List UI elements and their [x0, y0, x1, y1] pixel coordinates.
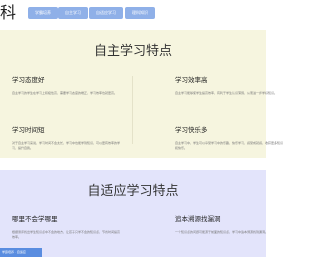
main-nav: 学霸培养 自主学习 自适应学习 理科知识: [0, 7, 266, 19]
feature-desc: 自主学习能够使学生提高效率，有利于学生认识薄弱，从而进一步学好知识。: [175, 91, 278, 95]
feature-desc: 自主学习的学生在学习上积极性高，需要学习态度的端正，学习效率也就更高。: [12, 91, 118, 95]
feature-desc: 根据测评找出学生知识点中不会的地方，让孩子只学不会的知识点，节省时间提高效率。: [12, 230, 121, 239]
section-title: 自适应学习特点: [87, 184, 179, 199]
divider: [132, 76, 133, 144]
section-title: 自主学习特点: [93, 44, 172, 59]
feature-desc: 一个知识点的问题可能源于前面的知识点，学习中追本溯源找到漏洞。: [175, 230, 269, 234]
feature-title: 学习态度好: [12, 76, 45, 84]
nav-item-science-knowledge[interactable]: 理科知识: [125, 7, 155, 19]
feature-title: 哪里不会学哪里: [12, 215, 58, 223]
feature-card: 追本溯源找漏洞 一个知识点的问题可能源于前面的知识点，学习中追本溯源找到漏洞。: [175, 215, 285, 235]
self-learning-section: 自主学习特点 学习态度好 自主学习的学生在学习上积极性高，需要学习态度的端正，学…: [0, 30, 283, 158]
feature-card: 学习态度好 自主学习的学生在学习上积极性高，需要学习态度的端正，学习效率也就更高…: [12, 76, 122, 96]
feature-title: 学习效率高: [175, 76, 208, 84]
feature-title: 追本溯源找漏洞: [175, 215, 221, 223]
adaptive-learning-section: 自适应学习特点 哪里不会学哪里 根据测评找出学生知识点中不会的地方，让孩子只学不…: [0, 170, 268, 257]
feature-card: 哪里不会学哪里 根据测评找出学生知识点中不会的地方，让孩子只学不会的知识点，节省…: [12, 215, 122, 240]
nav-item-adaptive-learning[interactable]: 自适应学习: [89, 7, 123, 19]
feature-card: 学习快乐多 自主学习中，学生可以享受学习中的乐趣，快乐学习，感受成就感，收获更多…: [175, 126, 285, 151]
feature-card: 学习时间短 对于自主学习来说，学习时间不会太长，学习中也能学到知识，可以更有效率…: [12, 126, 122, 151]
feature-desc: 对于自主学习来说，学习时间不会太长，学习中也能学到知识，可以更有效率的学习，提升…: [12, 141, 121, 150]
feature-title: 学习时间短: [12, 126, 45, 134]
feature-card: 学习效率高 自主学习能够使学生提高效率，有利于学生认识薄弱，从而进一步学好知识。: [175, 76, 285, 96]
site-header: 科 学霸培养 自主学习 自适应学习 理科知识: [0, 0, 266, 30]
feature-desc: 自主学习中，学生可以享受学习中的乐趣，快乐学习，感受成就感，收获更多知识和快乐。: [175, 141, 284, 150]
feature-title: 学习快乐多: [175, 126, 208, 134]
nav-item-self-learning[interactable]: 自主学习: [58, 7, 88, 19]
nav-item-study-master[interactable]: 学霸培养: [28, 7, 58, 19]
status-overlay: 学霸培养 · 自适应: [0, 248, 42, 257]
